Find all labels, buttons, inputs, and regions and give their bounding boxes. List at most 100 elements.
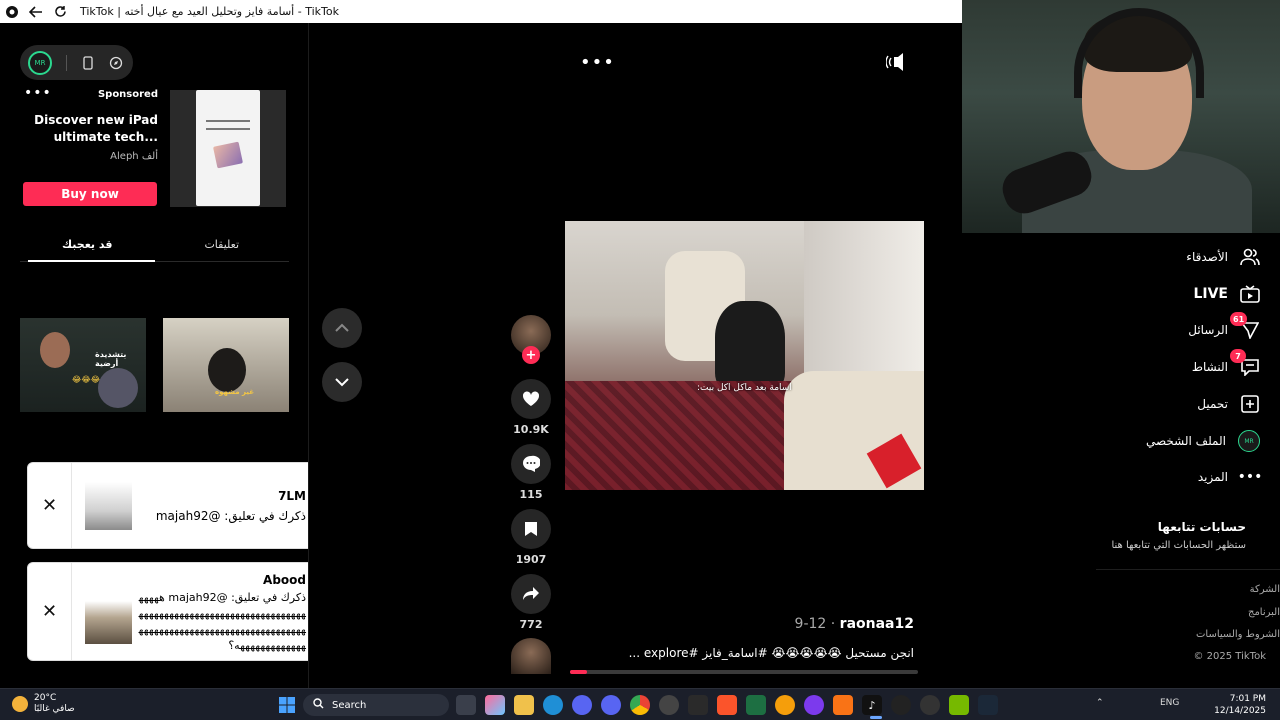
start-icon[interactable]: [277, 695, 297, 715]
footer-link-terms[interactable]: الشروط والسياسات: [1196, 629, 1280, 640]
panel-tabs: قد يعجبك تعليقات: [20, 228, 289, 262]
recommended-video[interactable]: غير مشهوه: [163, 318, 289, 412]
sidebar-item-profile[interactable]: الملف الشخصي MR: [1060, 426, 1260, 456]
live-tv-icon: [1240, 284, 1260, 304]
notification-thumbnail: [85, 578, 132, 644]
sponsored-label: Sponsored: [97, 89, 158, 100]
windows-taskbar: 20°C صافي غالبًا Search ♪ ⌃ ENG 7:01 PM …: [0, 688, 1280, 720]
webcam-overlay: [962, 0, 1280, 233]
close-icon[interactable]: ✕: [28, 463, 72, 548]
video-progress-bar[interactable]: [570, 670, 918, 674]
upload-plus-icon: [1240, 394, 1260, 414]
save-button[interactable]: [511, 509, 551, 549]
share-button[interactable]: [511, 574, 551, 614]
notification-toast[interactable]: ✕ 7LM ذكرك في تعليق: @majah92: [27, 462, 308, 549]
notification-toast[interactable]: ✕ Abood ذكرك في تعليق: @majah92 هههههههه…: [27, 562, 308, 661]
left-panel: MR ••• Sponsored Discover new iPad ultim…: [0, 23, 309, 688]
sidebar-item-more[interactable]: المزيد •••: [1060, 462, 1263, 492]
footer-link-company[interactable]: الشركة: [1250, 584, 1280, 595]
sidebar-item-label: النشاط: [1191, 360, 1228, 374]
tab-you-may-like[interactable]: قد يعجبك: [20, 228, 155, 262]
comment-count: 115: [519, 488, 543, 501]
copilot-icon[interactable]: [485, 695, 505, 715]
back-arrow-icon[interactable]: [28, 4, 44, 20]
file-explorer-icon[interactable]: [514, 695, 534, 715]
profile-avatar: MR: [1238, 430, 1260, 452]
progress-fill: [570, 670, 588, 674]
sidebar-item-live[interactable]: LIVE: [1060, 279, 1260, 309]
app-icon[interactable]: [920, 695, 940, 715]
app-icon[interactable]: [659, 695, 679, 715]
next-video-button[interactable]: [322, 362, 362, 402]
ad-thumbnail[interactable]: [170, 90, 286, 207]
ad-brand: Aleph ألف: [110, 151, 158, 162]
browser-title-bar: TikTok | أسامة فايز وتحليل العيد مع عيال…: [0, 0, 962, 23]
active-app-indicator: [870, 716, 882, 719]
sidebar-item-upload[interactable]: تحميل: [1060, 389, 1260, 419]
buy-now-button[interactable]: Buy now: [23, 182, 157, 206]
author-username[interactable]: raonaa12: [840, 616, 914, 632]
tab-comments[interactable]: تعليقات: [155, 228, 290, 261]
mini-player-pill: MR: [20, 45, 133, 80]
steam-icon[interactable]: [978, 695, 998, 715]
previous-video-button[interactable]: [322, 308, 362, 348]
notification-text: ذكرك في تعليق: @majah92: [155, 509, 306, 523]
temperature: 20°C: [34, 693, 57, 703]
weather-widget[interactable]: 20°C صافي غالبًا: [12, 693, 75, 715]
following-section: حسابات تتابعها ستظهر الحسابات التي تتابع…: [1111, 520, 1246, 551]
video-description[interactable]: انجن مستحيل 😭😭😭😭😭 #اسامة_فايز #explore .…: [629, 646, 914, 660]
task-view-icon[interactable]: [456, 695, 476, 715]
ad-headline[interactable]: Discover new iPad ultimate tech...: [18, 112, 158, 146]
clock-date: 12/14/2025: [1214, 706, 1266, 716]
brave-icon[interactable]: [717, 695, 737, 715]
nvidia-icon[interactable]: [949, 695, 969, 715]
sidebar-item-friends[interactable]: الأصدقاء: [1060, 242, 1260, 272]
app-icon: [4, 4, 20, 20]
sidebar-item-label: الرسائل: [1188, 323, 1228, 337]
reload-icon[interactable]: [52, 4, 68, 20]
sidebar-item-messages[interactable]: الرسائل 61: [1060, 312, 1260, 345]
chrome-icon[interactable]: [630, 695, 650, 715]
compass-icon[interactable]: [109, 56, 123, 70]
app-icon[interactable]: [891, 695, 911, 715]
sound-disc-avatar[interactable]: [511, 638, 551, 674]
sidebar-item-label: الأصدقاء: [1186, 250, 1228, 264]
sidebar-item-activity[interactable]: النشاط 7: [1060, 349, 1260, 382]
app-icon[interactable]: [688, 695, 708, 715]
excel-icon[interactable]: [746, 695, 766, 715]
video-author[interactable]: 9-12 · raonaa12: [795, 616, 914, 632]
sound-icon[interactable]: [885, 53, 906, 76]
clock-time: 7:01 PM: [1229, 694, 1266, 704]
discord-icon[interactable]: [601, 695, 621, 715]
recommended-caption: غير مشهوه: [215, 388, 255, 396]
footer-link-program[interactable]: البرنامج: [1248, 607, 1280, 618]
page-tab-title: TikTok | أسامة فايز وتحليل العيد مع عيال…: [80, 5, 339, 18]
more-dots-icon[interactable]: •••: [24, 85, 52, 101]
app-icon[interactable]: [804, 695, 824, 715]
sidebar-item-label: الملف الشخصي: [1146, 434, 1226, 448]
comment-button[interactable]: [511, 444, 551, 484]
tiktok-icon[interactable]: ♪: [862, 695, 882, 715]
notification-name: 7LM: [278, 489, 306, 503]
weather-text: صافي غالبًا: [34, 704, 75, 714]
app-icon[interactable]: [833, 695, 853, 715]
taskbar-search[interactable]: Search: [303, 694, 449, 716]
phone-icon[interactable]: [81, 55, 95, 70]
video-player[interactable]: اسامة بعد ماكل اكل بيت:: [565, 221, 924, 490]
like-count: 10.9K: [513, 423, 549, 436]
weather-icon: [12, 696, 28, 712]
close-icon[interactable]: ✕: [28, 563, 72, 660]
user-avatar[interactable]: MR: [28, 50, 52, 75]
recommended-video[interactable]: بتشديدة أرضية 😂😂😂: [20, 318, 146, 412]
tray-chevron-icon[interactable]: ⌃: [1096, 698, 1104, 708]
like-button[interactable]: [511, 379, 551, 419]
share-count: 772: [519, 618, 543, 631]
language-indicator[interactable]: ENG: [1160, 698, 1179, 708]
following-heading: حسابات تتابعها: [1157, 520, 1246, 534]
follow-plus-icon[interactable]: +: [522, 346, 540, 364]
more-options-icon[interactable]: •••: [580, 52, 615, 73]
edge-icon[interactable]: [543, 695, 563, 715]
app-icon[interactable]: [775, 695, 795, 715]
system-clock[interactable]: 7:01 PM 12/14/2025: [1214, 693, 1266, 717]
discord-icon[interactable]: [572, 695, 592, 715]
